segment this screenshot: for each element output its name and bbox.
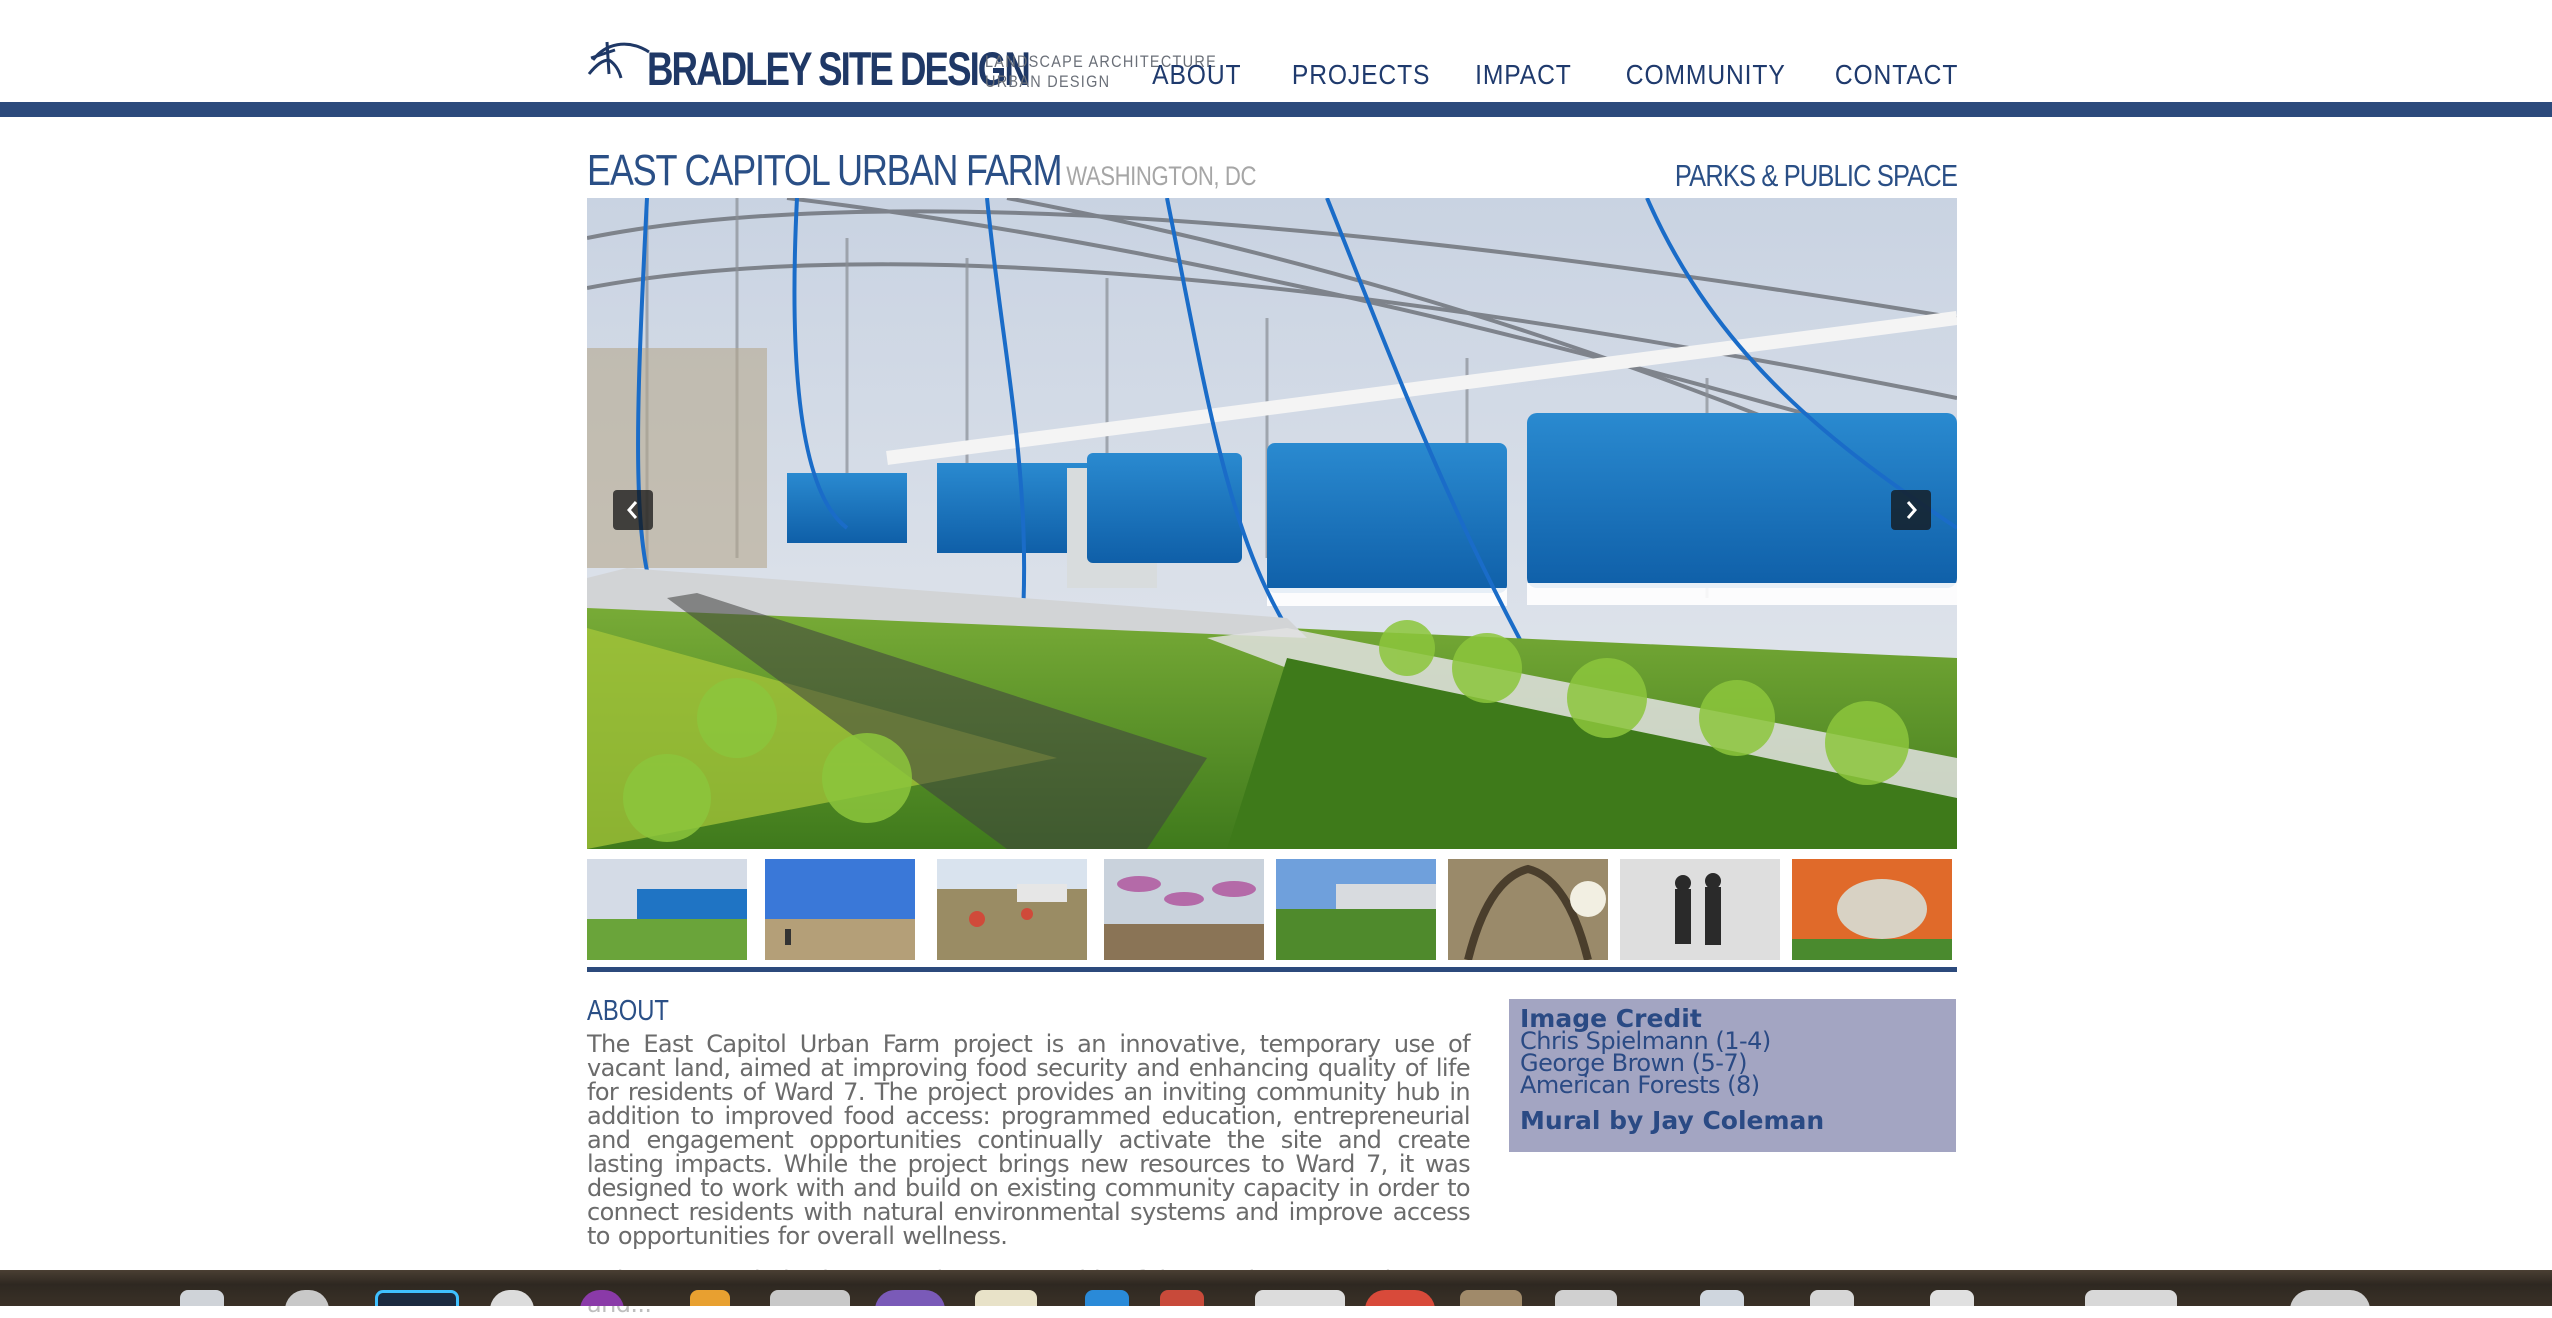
dock-app-icon[interactable] [285,1290,329,1306]
main-nav: ABOUT PROJECTS IMPACT COMMUNITY CONTACT [1140,58,1958,92]
nav-community[interactable]: COMMUNITY [1626,58,1786,92]
chevron-right-icon [1906,501,1917,519]
dock-app-icon[interactable] [1460,1290,1522,1306]
dock-app-icon[interactable] [875,1290,945,1306]
nav-impact[interactable]: IMPACT [1476,58,1573,92]
dock-app-icon[interactable] [1255,1290,1345,1306]
dock-app-icon[interactable] [1160,1290,1204,1306]
thumbnail-6[interactable] [1448,859,1608,960]
nav-about[interactable]: ABOUT [1152,58,1241,92]
dock-app-icon[interactable] [690,1290,730,1306]
dock-app-icon[interactable] [580,1290,624,1306]
dock-app-icon[interactable] [1810,1290,1854,1306]
dock-app-icon[interactable] [2085,1290,2177,1306]
dock-app-icon[interactable] [375,1290,459,1306]
dock-app-icon[interactable] [1365,1290,1435,1306]
os-dock [0,1270,2552,1306]
dock-app-icon[interactable] [1700,1290,1744,1306]
header-divider [0,102,2552,117]
dock-app-icon[interactable] [975,1290,1037,1306]
project-name: EAST CAPITOL URBAN FARM [587,146,1063,195]
dock-app-icon[interactable] [180,1290,224,1306]
thumbnail-2[interactable] [765,859,915,960]
credit-line: American Forests (8) [1520,1071,1760,1099]
project-category[interactable]: PARKS & PUBLIC SPACE [1675,158,1958,194]
dock-app-icon[interactable] [1085,1290,1129,1306]
image-credit-box: Image Credit Chris Spielmann (1-4) Georg… [1509,999,1956,1152]
thumbnail-4[interactable] [1104,859,1264,960]
hero-image [587,198,1957,849]
thumbnail-8[interactable] [1792,859,1952,960]
dock-app-icon[interactable] [1555,1290,1617,1306]
thumbnail-7[interactable] [1620,859,1780,960]
dock-app-icon[interactable] [1930,1290,1974,1306]
project-location: WASHINGTON, DC [1066,161,1257,191]
about-body: The East Capitol Urban Farm project is a… [587,1030,1471,1250]
dock-app-icon[interactable] [2290,1290,2370,1306]
nav-contact[interactable]: CONTACT [1835,58,1958,92]
mural-credit: Mural by Jay Coleman [1520,1106,1825,1135]
project-title: EAST CAPITOL URBAN FARM WASHINGTON, DC [587,146,1256,201]
greenhouse-photo [587,198,1957,849]
chevron-left-icon [627,501,638,519]
thumbnail-1[interactable] [587,859,747,960]
thumbnail-strip [587,859,1957,960]
logo-name: BRADLEY SITE DESIGN [647,42,1031,95]
nav-projects[interactable]: PROJECTS [1292,58,1430,92]
site-header: BRADLEY SITE DESIGN LANDSCAPE ARCHITECTU… [0,0,2552,102]
thumbnail-3[interactable] [937,859,1087,960]
about-heading: ABOUT [587,995,669,1027]
carousel-next-button[interactable] [1891,490,1931,530]
carousel-prev-button[interactable] [613,490,653,530]
dock-app-icon[interactable] [770,1290,850,1306]
thumbnail-5[interactable] [1276,859,1436,960]
logo-mark-icon [587,41,650,79]
dock-app-icon[interactable] [490,1290,534,1306]
gallery-divider [587,967,1957,972]
